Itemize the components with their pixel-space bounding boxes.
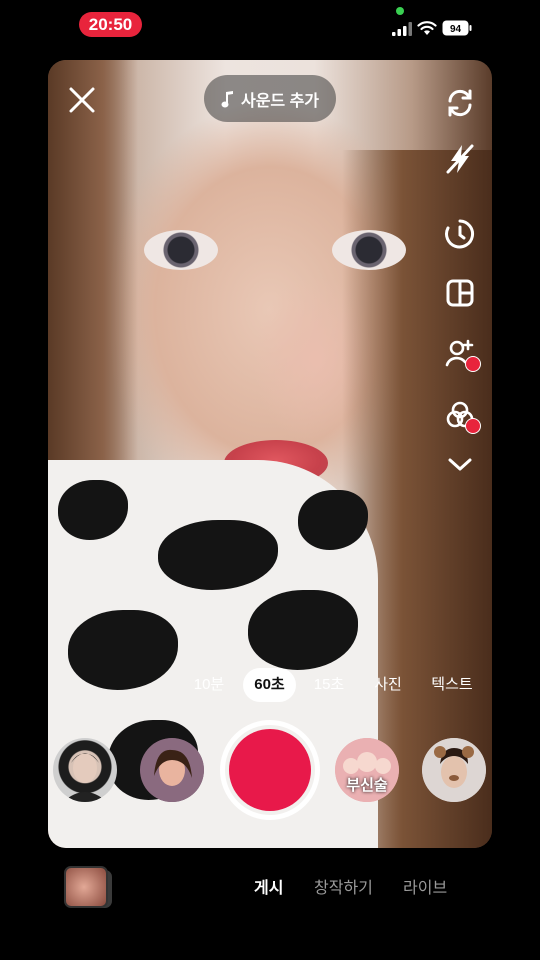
timer-button[interactable] <box>441 215 479 253</box>
preview-eye-right <box>332 230 406 270</box>
mode-15sec[interactable]: 15초 <box>306 668 352 702</box>
effect-face-icon <box>140 738 204 802</box>
music-note-icon <box>221 90 233 107</box>
mode-60sec[interactable]: 60초 <box>243 668 296 702</box>
add-sound-button[interactable]: 사운드 추가 <box>204 75 336 122</box>
bear-face-effect-icon <box>422 738 486 802</box>
flash-button[interactable] <box>441 140 479 178</box>
beauty-filter-button[interactable] <box>441 396 481 434</box>
effect-face-icon <box>63 753 107 802</box>
record-button[interactable] <box>229 729 311 811</box>
mode-selector: 10분 60초 15초 사진 텍스트 <box>0 668 540 702</box>
selected-check-icon <box>465 356 481 372</box>
tab-create[interactable]: 창작하기 <box>314 874 373 897</box>
effect-thumbnail[interactable] <box>422 738 486 802</box>
chevron-down-icon <box>448 458 472 471</box>
effect-thumbnail[interactable] <box>140 738 204 802</box>
add-sound-label: 사운드 추가 <box>240 92 320 110</box>
status-bar: 20:50 94 <box>0 0 540 48</box>
battery-level: 94 <box>450 24 462 35</box>
effect-label: 부신술 <box>346 777 388 794</box>
tab-live[interactable]: 라이브 <box>403 874 447 897</box>
add-person-button[interactable] <box>441 334 481 372</box>
battery-icon: 94 <box>442 20 472 36</box>
effect-thumbnail[interactable] <box>53 738 117 802</box>
selected-check-icon <box>465 418 481 434</box>
more-tools-button[interactable] <box>441 446 479 484</box>
gallery-thumbnail[interactable] <box>64 866 108 908</box>
close-icon[interactable] <box>68 86 96 114</box>
effect-thumbnail[interactable]: 부신술 <box>335 738 399 802</box>
layout-icon <box>446 279 474 307</box>
hoodie-spot <box>58 480 128 540</box>
mode-photo[interactable]: 사진 <box>364 668 412 702</box>
hoodie-spot <box>158 520 278 590</box>
layout-button[interactable] <box>441 274 479 312</box>
signal-icon <box>392 22 412 36</box>
timer-icon <box>445 219 475 249</box>
flip-camera-icon <box>448 89 472 117</box>
mode-text[interactable]: 텍스트 <box>424 668 480 702</box>
mode-10min[interactable]: 10분 <box>186 668 232 702</box>
camera-indicator-dot <box>396 7 404 15</box>
status-time: 20:50 <box>79 12 142 37</box>
preview-eye-left <box>144 230 218 270</box>
flip-camera-button[interactable] <box>441 84 479 122</box>
hoodie-spot <box>248 590 358 670</box>
preview-hair-left <box>48 60 138 520</box>
hoodie-spot <box>298 490 368 550</box>
tab-post[interactable]: 게시 <box>254 874 283 897</box>
flash-off-icon <box>446 144 474 174</box>
wifi-icon <box>417 21 437 35</box>
